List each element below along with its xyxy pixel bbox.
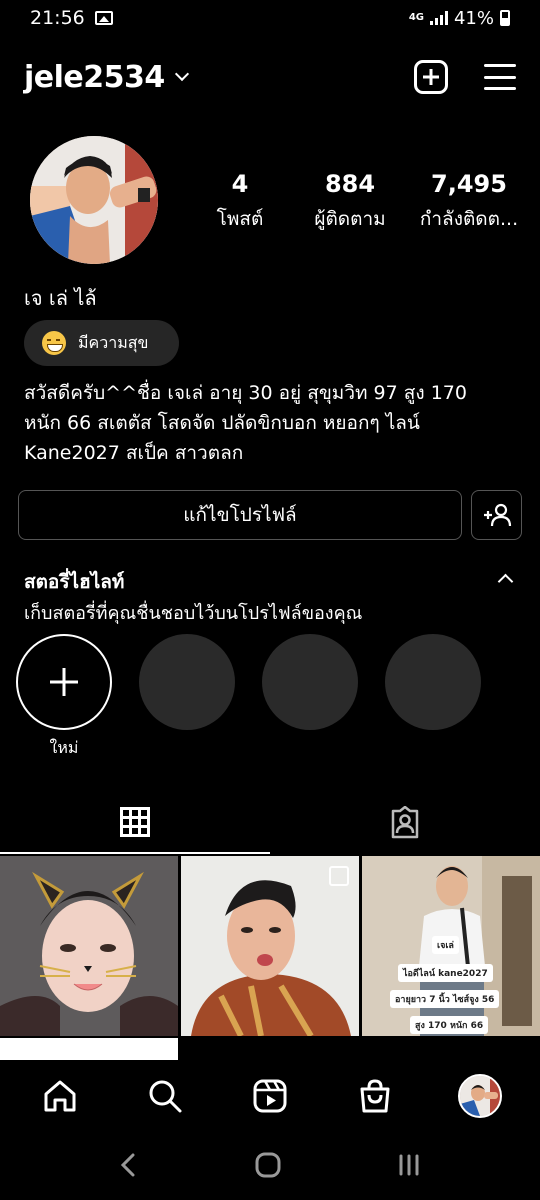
highlights-title: สตอรี่ไฮไลท์ bbox=[24, 571, 125, 593]
bio-line: สวัสดีครับ^^ชื่อ เจเล่ อายุ 30 อยู่ สุขุ… bbox=[24, 382, 467, 404]
home-button-icon[interactable] bbox=[254, 1151, 282, 1179]
recent-apps-icon[interactable] bbox=[395, 1151, 423, 1179]
posts-grid: เจเล่ ไอดีไลน์ kane2027 อายุยาว 7 นิ้ว ไ… bbox=[0, 856, 540, 1036]
reels-icon bbox=[253, 1079, 287, 1113]
home-icon bbox=[44, 1080, 76, 1112]
chevron-down-icon bbox=[174, 66, 189, 82]
discover-people-button[interactable] bbox=[471, 490, 522, 540]
highlight-placeholder bbox=[262, 634, 358, 730]
bio-line: หนัก 66 สเตตัส โสดจัด ปลัดขิกบอก หยอกๆ ไ… bbox=[24, 412, 420, 434]
stat-following[interactable]: 7,495 กำลังติดต... bbox=[410, 170, 528, 234]
tab-tagged[interactable] bbox=[270, 792, 540, 854]
post-thumbnail-partial[interactable] bbox=[0, 1038, 178, 1060]
stat-followers[interactable]: 884 ผู้ติดตาม bbox=[290, 170, 410, 234]
avatar bbox=[457, 1074, 502, 1118]
posts-label: โพสต์ bbox=[216, 208, 264, 230]
post-thumbnail[interactable] bbox=[0, 856, 178, 1036]
tab-posts-grid[interactable] bbox=[0, 792, 270, 854]
profile-header: jele2534 bbox=[0, 52, 540, 102]
nav-home[interactable] bbox=[30, 1066, 90, 1126]
followers-label: ผู้ติดตาม bbox=[314, 208, 386, 230]
bio-line: Kane2027 สเป็ค สาวตลก bbox=[24, 442, 244, 464]
search-icon bbox=[149, 1080, 182, 1113]
status-time: 21:56 bbox=[30, 7, 85, 29]
network-type: 4G bbox=[408, 12, 424, 23]
highlights-subtitle: เก็บสตอรี่ที่คุณชื่นชอบไว้บนโปรไฟล์ของคุ… bbox=[24, 603, 363, 624]
mood-note[interactable]: มีความสุข bbox=[24, 320, 179, 366]
battery-icon bbox=[500, 10, 510, 26]
bio: สวัสดีครับ^^ชื่อ เจเล่ อายุ 30 อยู่ สุขุ… bbox=[24, 378, 524, 468]
full-name: เจ เล่ ไล้ bbox=[24, 286, 97, 310]
tagged-person-icon bbox=[391, 806, 419, 839]
following-label: กำลังติดต... bbox=[419, 208, 519, 230]
following-count: 7,495 bbox=[431, 170, 507, 198]
gallery-notification-icon bbox=[94, 11, 113, 25]
post-thumbnail[interactable] bbox=[181, 856, 359, 1036]
highlight-placeholder bbox=[139, 634, 235, 730]
story-text: ไอดีไลน์ kane2027 bbox=[398, 964, 493, 982]
account-switcher[interactable]: jele2534 bbox=[24, 59, 189, 95]
bottom-navigation bbox=[0, 1062, 540, 1130]
new-highlight-button[interactable] bbox=[16, 634, 112, 730]
nav-profile[interactable] bbox=[450, 1066, 510, 1126]
posts-count: 4 bbox=[231, 170, 249, 198]
edit-profile-button[interactable]: แก้ไขโปรไฟล์ bbox=[18, 490, 462, 540]
battery-percent: 41% bbox=[453, 7, 494, 29]
mood-label: มีความสุข bbox=[78, 332, 149, 352]
back-icon[interactable] bbox=[117, 1151, 141, 1179]
story-text: สูง 170 หนัก 66 bbox=[410, 1016, 489, 1034]
story-text: เจเล่ bbox=[432, 936, 459, 954]
system-navigation bbox=[0, 1140, 540, 1190]
grid-icon bbox=[120, 807, 150, 837]
nav-shop[interactable] bbox=[345, 1066, 405, 1126]
chevron-up-icon[interactable] bbox=[497, 573, 514, 590]
status-bar: 21:56 4G 41% bbox=[0, 0, 540, 36]
profile-stats: 4 โพสต์ 884 ผู้ติดตาม 7,495 กำลังติดต... bbox=[190, 170, 530, 234]
shopping-bag-icon bbox=[360, 1079, 390, 1113]
create-post-icon[interactable] bbox=[414, 60, 448, 94]
highlight-placeholder bbox=[385, 634, 481, 730]
username: jele2534 bbox=[24, 59, 165, 95]
post-thumbnail[interactable]: เจเล่ ไอดีไลน์ kane2027 อายุยาว 7 นิ้ว ไ… bbox=[362, 856, 540, 1036]
profile-avatar[interactable] bbox=[30, 136, 158, 264]
profile-tabs bbox=[0, 792, 540, 854]
add-user-icon bbox=[483, 503, 511, 527]
signal-icon bbox=[429, 11, 448, 25]
nav-search[interactable] bbox=[135, 1066, 195, 1126]
story-text: อายุยาว 7 นิ้ว ไซส์จูง 56 bbox=[390, 990, 500, 1008]
menu-icon[interactable] bbox=[484, 64, 516, 90]
followers-count: 884 bbox=[324, 170, 376, 198]
nav-reels[interactable] bbox=[240, 1066, 300, 1126]
stat-posts[interactable]: 4 โพสต์ bbox=[190, 170, 290, 234]
multiple-photos-icon bbox=[329, 866, 349, 886]
new-highlight-label: ใหม่ bbox=[49, 738, 79, 757]
smile-emoji-icon bbox=[42, 331, 66, 355]
